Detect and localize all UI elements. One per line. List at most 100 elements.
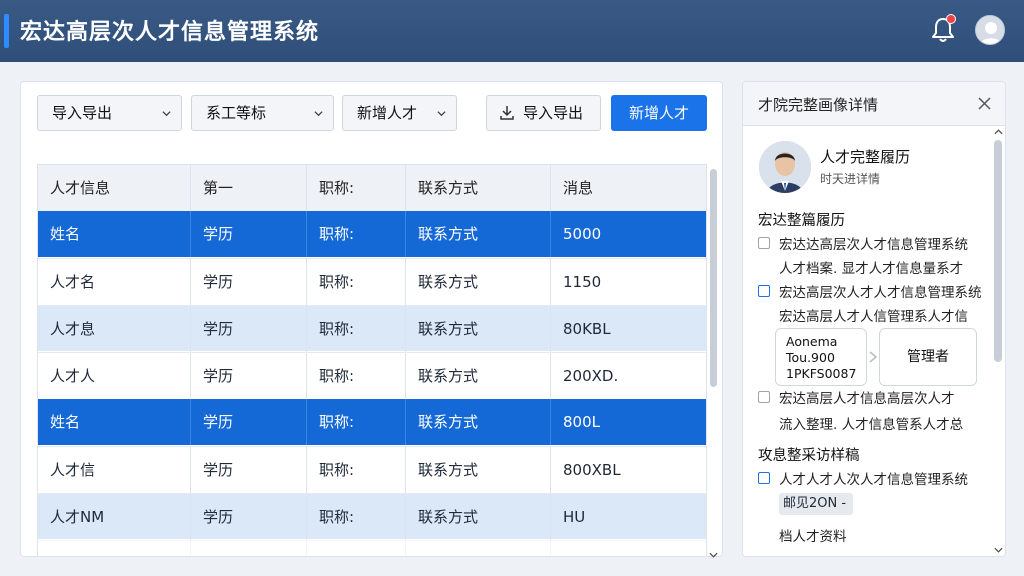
table-cell: 1150 <box>563 273 602 291</box>
column-header[interactable]: 联系方式 <box>406 165 551 211</box>
table-cell: 学历 <box>191 494 307 540</box>
table-row[interactable]: 人才息学历职称:联800 <box>38 540 706 556</box>
table-cell: 职称: <box>307 399 406 445</box>
table-cell: 职称: <box>307 306 406 352</box>
table-row[interactable]: 人才息 学历 职称: 联系方式 80KBL <box>38 305 706 352</box>
table-cell: 学历 <box>191 259 307 305</box>
table-cell: 联 <box>406 541 551 556</box>
scrollbar-thumb[interactable] <box>994 140 1002 362</box>
table-cell: 职称: <box>307 494 406 540</box>
table-cell: 800L <box>551 399 706 445</box>
profile-name: 人才完整履历 <box>820 148 911 166</box>
table-cell: 学历 <box>191 541 307 556</box>
table-cell: 人才名 <box>38 259 191 305</box>
table-cell: 80KBL <box>563 320 611 338</box>
column-header[interactable]: 职称: <box>307 165 406 211</box>
table-cell: 800XBL <box>563 461 621 479</box>
app-title: 宏达高层次人才信息管理系统 <box>20 20 320 45</box>
notification-badge <box>946 14 956 24</box>
avatar[interactable] <box>975 15 1005 45</box>
talent-list-card: 导入导出 系工等标 新增人才 导入导出 新增人才 人才信息 第一 职称: 联系方… <box>20 81 723 557</box>
table-row[interactable]: 人才信 学历 职称: 联系方式 800XBL <box>38 446 706 493</box>
section-title: 宏达整篇履历 <box>758 213 845 229</box>
side-scrollbar[interactable] <box>993 128 1003 556</box>
table-cell: 联系方式 <box>406 259 551 305</box>
side-panel-title: 才院完整画像详情 <box>758 96 879 114</box>
table-row[interactable]: 人才人 学历 职称: 联系方式 200XD. <box>38 352 706 399</box>
table-cell: 职称: <box>307 541 406 556</box>
table-cell: 学历 <box>191 306 307 352</box>
card-line: Tou.900 <box>786 350 835 365</box>
column-header[interactable]: 消息 <box>551 165 706 211</box>
table-cell: 人才息 <box>38 306 191 352</box>
column-header[interactable]: 第一 <box>191 165 307 211</box>
table-cell: 人才息 <box>38 541 191 556</box>
table-cell: 学历 <box>191 211 307 257</box>
close-icon[interactable] <box>978 97 991 110</box>
table-cell: 职称: <box>307 259 406 305</box>
list-item-text: 流入整理. 人才信息管系人才总 <box>779 417 964 433</box>
import-export-button[interactable]: 导入导出 <box>486 95 601 131</box>
manager-card[interactable]: 管理者 <box>879 328 977 386</box>
add-talent-dropdown[interactable]: 新增人才 <box>342 95 457 131</box>
table-cell: 职称: <box>307 353 406 399</box>
list-item-text: 宏达高层人才人信管理系人才信 <box>779 309 968 325</box>
list-item-text: 人才档案. 显才人才信息量系才 <box>779 261 964 277</box>
dropdown-label: 导入导出 <box>52 104 113 122</box>
table-cell: 人才信 <box>38 447 191 493</box>
chevron-right-icon <box>869 351 878 363</box>
side-panel-header: 才院完整画像详情 <box>743 82 1005 126</box>
person-icon <box>759 141 811 193</box>
profile-photo <box>759 141 811 193</box>
table-header-row: 人才信息 第一 职称: 联系方式 消息 <box>38 165 706 211</box>
table-row[interactable]: 姓名 学历 职称: 联系方式 800L <box>38 399 706 445</box>
checkbox[interactable] <box>758 472 770 484</box>
dropdown-label: 新增人才 <box>357 104 418 122</box>
table-cell: 联系方式 <box>406 447 551 493</box>
table-cell: 800 <box>551 541 706 556</box>
add-talent-button[interactable]: 新增人才 <box>611 95 707 131</box>
checkbox[interactable] <box>758 285 770 297</box>
top-header: 宏达高层次人才信息管理系统 <box>0 0 1024 62</box>
table-row[interactable]: 姓名 学历 职称: 联系方式 5000 <box>38 211 706 257</box>
tag-chip[interactable]: 邮见2ON - <box>779 493 853 515</box>
table-cell: 学历 <box>191 353 307 399</box>
card-line: 1PKFS0087 <box>786 366 857 381</box>
table-cell: HU <box>563 508 586 526</box>
table-row[interactable]: 人才名 学历 职称: 联系方式 1150 <box>38 258 706 305</box>
header-accent-bar <box>4 14 9 48</box>
table-cell: 职称: <box>307 447 406 493</box>
chevron-down-icon <box>162 111 171 117</box>
table-cell: 职称: <box>307 211 406 257</box>
table-cell: 联系方式 <box>406 353 551 399</box>
table-cell: 联系方式 <box>406 399 551 445</box>
import-export-dropdown[interactable]: 导入导出 <box>37 95 182 131</box>
list-item-text: 宏达高层次人才人才信息管理系统 <box>779 285 982 301</box>
toolbar: 导入导出 系工等标 新增人才 导入导出 新增人才 <box>21 82 722 144</box>
download-icon <box>500 106 514 120</box>
footer-text: 档人才资料 <box>779 529 847 545</box>
checkbox[interactable] <box>758 237 770 249</box>
chevron-down-icon[interactable] <box>709 551 718 559</box>
table-cell: 姓名 <box>38 211 191 257</box>
table-cell: 姓名 <box>38 399 191 445</box>
list-item-text: 人才人才人次人才信息管理系统 <box>779 472 968 488</box>
table-scrollbar[interactable] <box>708 165 718 559</box>
column-header[interactable]: 人才信息 <box>38 165 191 211</box>
table-cell: 联系方式 <box>406 494 551 540</box>
table-row[interactable]: 人才NM 学历 职称: 联系方式 HU <box>38 493 706 540</box>
chevron-up-icon[interactable] <box>994 128 1003 136</box>
table-cell: 联系方式 <box>406 211 551 257</box>
list-item-text: 宏达达高层次人才信息管理系统 <box>779 237 968 253</box>
section-title: 攻息整采访样稿 <box>758 448 860 464</box>
card-line: Aonema <box>786 334 838 349</box>
table-cell: 200XD. <box>563 367 619 385</box>
scrollbar-thumb[interactable] <box>710 169 717 387</box>
category-dropdown[interactable]: 系工等标 <box>191 95 334 131</box>
chevron-down-icon <box>314 111 323 117</box>
info-card[interactable]: Aonema Tou.900 1PKFS0087 <box>775 328 867 386</box>
table-cell: 5000 <box>551 211 706 257</box>
chevron-down-icon[interactable] <box>994 546 1003 554</box>
dropdown-label: 系工等标 <box>206 104 267 122</box>
checkbox[interactable] <box>758 391 770 403</box>
